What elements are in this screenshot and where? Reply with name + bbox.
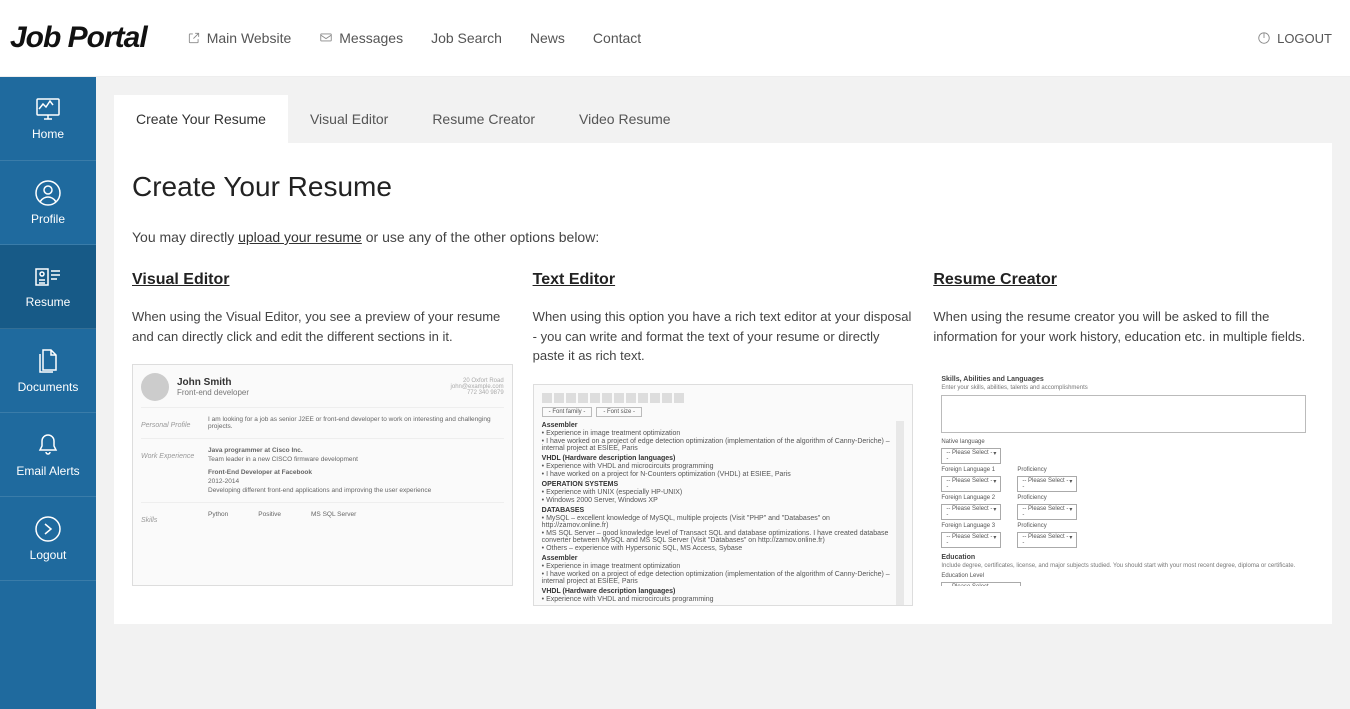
top-header: Job Portal Main Website Messages Job Sea… (0, 0, 1350, 77)
top-logout-label: LOGOUT (1277, 31, 1332, 46)
resume-creator-desc: When using the resume creator you will b… (933, 307, 1314, 346)
sidebar-item-home[interactable]: Home (0, 77, 96, 161)
textarea-icon (941, 395, 1306, 433)
tab-video-resume[interactable]: Video Resume (557, 95, 693, 143)
nav-news[interactable]: News (530, 30, 565, 46)
sidebar: Home Profile Resume Documents Email Aler… (0, 77, 96, 709)
sidebar-label: Email Alerts (16, 464, 79, 478)
bell-icon (36, 432, 60, 458)
sidebar-item-profile[interactable]: Profile (0, 161, 96, 245)
documents-icon (36, 348, 60, 374)
col-visual-editor: Visual Editor When using the Visual Edit… (132, 271, 513, 606)
rte-toolbar-icon (542, 393, 905, 403)
visual-editor-thumbnail[interactable]: John Smith Front-end developer 20 Oxfort… (132, 364, 513, 586)
sidebar-item-resume[interactable]: Resume (0, 245, 96, 329)
chart-presentation-icon (33, 97, 63, 121)
sidebar-label: Logout (30, 548, 67, 562)
page-title: Create Your Resume (132, 171, 1314, 203)
external-link-icon (187, 31, 201, 45)
brand-logo[interactable]: Job Portal (10, 21, 147, 55)
tabs: Create Your Resume Visual Editor Resume … (114, 95, 1332, 143)
scrollbar-icon (896, 421, 904, 606)
top-nav: Main Website Messages Job Search News Co… (187, 30, 641, 46)
nav-job-search[interactable]: Job Search (431, 30, 502, 46)
resume-icon (33, 265, 63, 289)
sidebar-item-documents[interactable]: Documents (0, 329, 96, 413)
upload-resume-link[interactable]: upload your resume (238, 229, 362, 245)
intro-text: You may directly upload your resume or u… (132, 229, 1314, 245)
tab-create-resume[interactable]: Create Your Resume (114, 95, 288, 143)
text-editor-thumbnail[interactable]: - Font family -- Font size - Assembler E… (533, 384, 914, 606)
col-text-editor: Text Editor When using this option you h… (533, 271, 914, 606)
user-circle-icon (35, 180, 61, 206)
tab-resume-creator[interactable]: Resume Creator (410, 95, 557, 143)
sidebar-label: Profile (31, 212, 65, 226)
panel: Create Your Resume You may directly uplo… (114, 143, 1332, 624)
avatar-icon (141, 373, 169, 401)
power-icon (1257, 31, 1271, 45)
sidebar-item-email-alerts[interactable]: Email Alerts (0, 413, 96, 497)
text-editor-desc: When using this option you have a rich t… (533, 307, 914, 366)
col-resume-creator: Resume Creator When using the resume cre… (933, 271, 1314, 606)
visual-editor-desc: When using the Visual Editor, you see a … (132, 307, 513, 346)
arrow-circle-icon (35, 516, 61, 542)
tab-visual-editor[interactable]: Visual Editor (288, 95, 410, 143)
resume-creator-link[interactable]: Resume Creator (933, 271, 1057, 288)
visual-editor-link[interactable]: Visual Editor (132, 271, 230, 288)
top-logout[interactable]: LOGOUT (1257, 31, 1332, 46)
nav-contact[interactable]: Contact (593, 30, 641, 46)
sidebar-item-logout[interactable]: Logout (0, 497, 96, 581)
resume-creator-thumbnail[interactable]: Skills, Abilities and Languages Enter yo… (933, 364, 1314, 586)
sidebar-label: Resume (26, 295, 71, 309)
message-icon (319, 31, 333, 45)
content-area: Create Your Resume Visual Editor Resume … (96, 77, 1350, 709)
sidebar-label: Documents (18, 380, 79, 394)
options-columns: Visual Editor When using the Visual Edit… (132, 271, 1314, 606)
nav-messages[interactable]: Messages (319, 30, 403, 46)
nav-messages-label: Messages (339, 30, 403, 46)
nav-main-website-label: Main Website (207, 30, 292, 46)
nav-main-website[interactable]: Main Website (187, 30, 292, 46)
text-editor-link[interactable]: Text Editor (533, 271, 615, 288)
sidebar-label: Home (32, 127, 64, 141)
